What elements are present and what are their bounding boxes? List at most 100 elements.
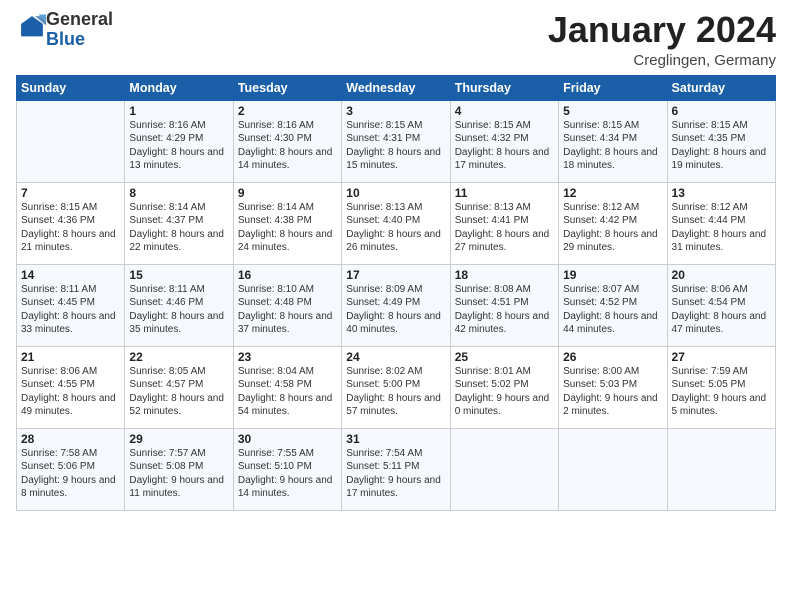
day-info: Sunrise: 7:54 AMSunset: 5:11 PMDaylight:…	[346, 447, 445, 501]
day-info: Sunrise: 7:55 AMSunset: 5:10 PMDaylight:…	[238, 447, 337, 501]
day-number: 15	[129, 268, 228, 282]
day-number: 20	[672, 268, 771, 282]
day-info: Sunrise: 8:15 AMSunset: 4:34 PMDaylight:…	[563, 119, 662, 173]
day-number: 25	[455, 350, 554, 364]
day-cell: 28Sunrise: 7:58 AMSunset: 5:06 PMDayligh…	[17, 428, 125, 510]
day-number: 28	[21, 432, 120, 446]
day-info: Sunrise: 8:05 AMSunset: 4:57 PMDaylight:…	[129, 365, 228, 419]
day-number: 31	[346, 432, 445, 446]
day-number: 16	[238, 268, 337, 282]
day-info: Sunrise: 8:02 AMSunset: 5:00 PMDaylight:…	[346, 365, 445, 419]
day-cell: 6Sunrise: 8:15 AMSunset: 4:35 PMDaylight…	[667, 100, 775, 182]
header: General Blue January 2024 Creglingen, Ge…	[16, 10, 776, 69]
day-cell: 27Sunrise: 7:59 AMSunset: 5:05 PMDayligh…	[667, 346, 775, 428]
day-info: Sunrise: 8:07 AMSunset: 4:52 PMDaylight:…	[563, 283, 662, 337]
day-number: 8	[129, 186, 228, 200]
day-number: 7	[21, 186, 120, 200]
day-cell: 29Sunrise: 7:57 AMSunset: 5:08 PMDayligh…	[125, 428, 233, 510]
logo: General Blue	[16, 10, 113, 50]
day-info: Sunrise: 7:59 AMSunset: 5:05 PMDaylight:…	[672, 365, 771, 419]
day-cell: 14Sunrise: 8:11 AMSunset: 4:45 PMDayligh…	[17, 264, 125, 346]
day-cell: 9Sunrise: 8:14 AMSunset: 4:38 PMDaylight…	[233, 182, 341, 264]
day-info: Sunrise: 8:06 AMSunset: 4:55 PMDaylight:…	[21, 365, 120, 419]
day-cell: 7Sunrise: 8:15 AMSunset: 4:36 PMDaylight…	[17, 182, 125, 264]
day-number: 5	[563, 104, 662, 118]
day-info: Sunrise: 8:08 AMSunset: 4:51 PMDaylight:…	[455, 283, 554, 337]
day-number: 9	[238, 186, 337, 200]
day-cell: 23Sunrise: 8:04 AMSunset: 4:58 PMDayligh…	[233, 346, 341, 428]
day-cell: 24Sunrise: 8:02 AMSunset: 5:00 PMDayligh…	[342, 346, 450, 428]
day-number: 10	[346, 186, 445, 200]
day-cell: 18Sunrise: 8:08 AMSunset: 4:51 PMDayligh…	[450, 264, 558, 346]
day-number: 3	[346, 104, 445, 118]
week-row-2: 7Sunrise: 8:15 AMSunset: 4:36 PMDaylight…	[17, 182, 776, 264]
day-cell: 17Sunrise: 8:09 AMSunset: 4:49 PMDayligh…	[342, 264, 450, 346]
day-cell: 11Sunrise: 8:13 AMSunset: 4:41 PMDayligh…	[450, 182, 558, 264]
day-info: Sunrise: 8:13 AMSunset: 4:40 PMDaylight:…	[346, 201, 445, 255]
day-cell: 19Sunrise: 8:07 AMSunset: 4:52 PMDayligh…	[559, 264, 667, 346]
col-header-sunday: Sunday	[17, 75, 125, 100]
day-number: 26	[563, 350, 662, 364]
logo-blue-text: Blue	[46, 29, 85, 49]
day-number: 23	[238, 350, 337, 364]
day-cell	[450, 428, 558, 510]
week-row-1: 1Sunrise: 8:16 AMSunset: 4:29 PMDaylight…	[17, 100, 776, 182]
day-cell	[17, 100, 125, 182]
day-number: 19	[563, 268, 662, 282]
week-row-3: 14Sunrise: 8:11 AMSunset: 4:45 PMDayligh…	[17, 264, 776, 346]
calendar-subtitle: Creglingen, Germany	[548, 52, 776, 69]
day-cell: 31Sunrise: 7:54 AMSunset: 5:11 PMDayligh…	[342, 428, 450, 510]
day-info: Sunrise: 8:15 AMSunset: 4:36 PMDaylight:…	[21, 201, 120, 255]
day-info: Sunrise: 8:04 AMSunset: 4:58 PMDaylight:…	[238, 365, 337, 419]
day-number: 22	[129, 350, 228, 364]
day-cell: 15Sunrise: 8:11 AMSunset: 4:46 PMDayligh…	[125, 264, 233, 346]
logo-general-text: General	[46, 9, 113, 29]
day-info: Sunrise: 8:11 AMSunset: 4:45 PMDaylight:…	[21, 283, 120, 337]
day-cell: 13Sunrise: 8:12 AMSunset: 4:44 PMDayligh…	[667, 182, 775, 264]
day-number: 24	[346, 350, 445, 364]
day-info: Sunrise: 8:11 AMSunset: 4:46 PMDaylight:…	[129, 283, 228, 337]
day-info: Sunrise: 8:10 AMSunset: 4:48 PMDaylight:…	[238, 283, 337, 337]
day-cell: 21Sunrise: 8:06 AMSunset: 4:55 PMDayligh…	[17, 346, 125, 428]
day-cell: 2Sunrise: 8:16 AMSunset: 4:30 PMDaylight…	[233, 100, 341, 182]
day-number: 6	[672, 104, 771, 118]
day-cell: 8Sunrise: 8:14 AMSunset: 4:37 PMDaylight…	[125, 182, 233, 264]
week-row-4: 21Sunrise: 8:06 AMSunset: 4:55 PMDayligh…	[17, 346, 776, 428]
day-info: Sunrise: 8:15 AMSunset: 4:35 PMDaylight:…	[672, 119, 771, 173]
day-info: Sunrise: 8:16 AMSunset: 4:30 PMDaylight:…	[238, 119, 337, 173]
col-header-tuesday: Tuesday	[233, 75, 341, 100]
day-number: 2	[238, 104, 337, 118]
day-number: 21	[21, 350, 120, 364]
day-number: 13	[672, 186, 771, 200]
col-header-thursday: Thursday	[450, 75, 558, 100]
title-block: January 2024 Creglingen, Germany	[548, 10, 776, 69]
day-info: Sunrise: 8:09 AMSunset: 4:49 PMDaylight:…	[346, 283, 445, 337]
col-header-wednesday: Wednesday	[342, 75, 450, 100]
col-header-monday: Monday	[125, 75, 233, 100]
col-header-friday: Friday	[559, 75, 667, 100]
day-cell: 12Sunrise: 8:12 AMSunset: 4:42 PMDayligh…	[559, 182, 667, 264]
calendar-table: SundayMondayTuesdayWednesdayThursdayFrid…	[16, 75, 776, 511]
day-cell: 3Sunrise: 8:15 AMSunset: 4:31 PMDaylight…	[342, 100, 450, 182]
day-cell: 20Sunrise: 8:06 AMSunset: 4:54 PMDayligh…	[667, 264, 775, 346]
day-info: Sunrise: 7:57 AMSunset: 5:08 PMDaylight:…	[129, 447, 228, 501]
day-number: 17	[346, 268, 445, 282]
day-cell: 30Sunrise: 7:55 AMSunset: 5:10 PMDayligh…	[233, 428, 341, 510]
day-info: Sunrise: 8:12 AMSunset: 4:44 PMDaylight:…	[672, 201, 771, 255]
day-cell: 5Sunrise: 8:15 AMSunset: 4:34 PMDaylight…	[559, 100, 667, 182]
day-info: Sunrise: 8:16 AMSunset: 4:29 PMDaylight:…	[129, 119, 228, 173]
day-number: 12	[563, 186, 662, 200]
calendar-title: January 2024	[548, 10, 776, 50]
week-row-5: 28Sunrise: 7:58 AMSunset: 5:06 PMDayligh…	[17, 428, 776, 510]
day-info: Sunrise: 8:15 AMSunset: 4:32 PMDaylight:…	[455, 119, 554, 173]
day-number: 29	[129, 432, 228, 446]
day-cell: 4Sunrise: 8:15 AMSunset: 4:32 PMDaylight…	[450, 100, 558, 182]
day-info: Sunrise: 8:13 AMSunset: 4:41 PMDaylight:…	[455, 201, 554, 255]
day-info: Sunrise: 8:14 AMSunset: 4:38 PMDaylight:…	[238, 201, 337, 255]
day-number: 18	[455, 268, 554, 282]
day-cell: 26Sunrise: 8:00 AMSunset: 5:03 PMDayligh…	[559, 346, 667, 428]
day-cell: 25Sunrise: 8:01 AMSunset: 5:02 PMDayligh…	[450, 346, 558, 428]
day-cell: 16Sunrise: 8:10 AMSunset: 4:48 PMDayligh…	[233, 264, 341, 346]
day-info: Sunrise: 8:00 AMSunset: 5:03 PMDaylight:…	[563, 365, 662, 419]
day-number: 1	[129, 104, 228, 118]
